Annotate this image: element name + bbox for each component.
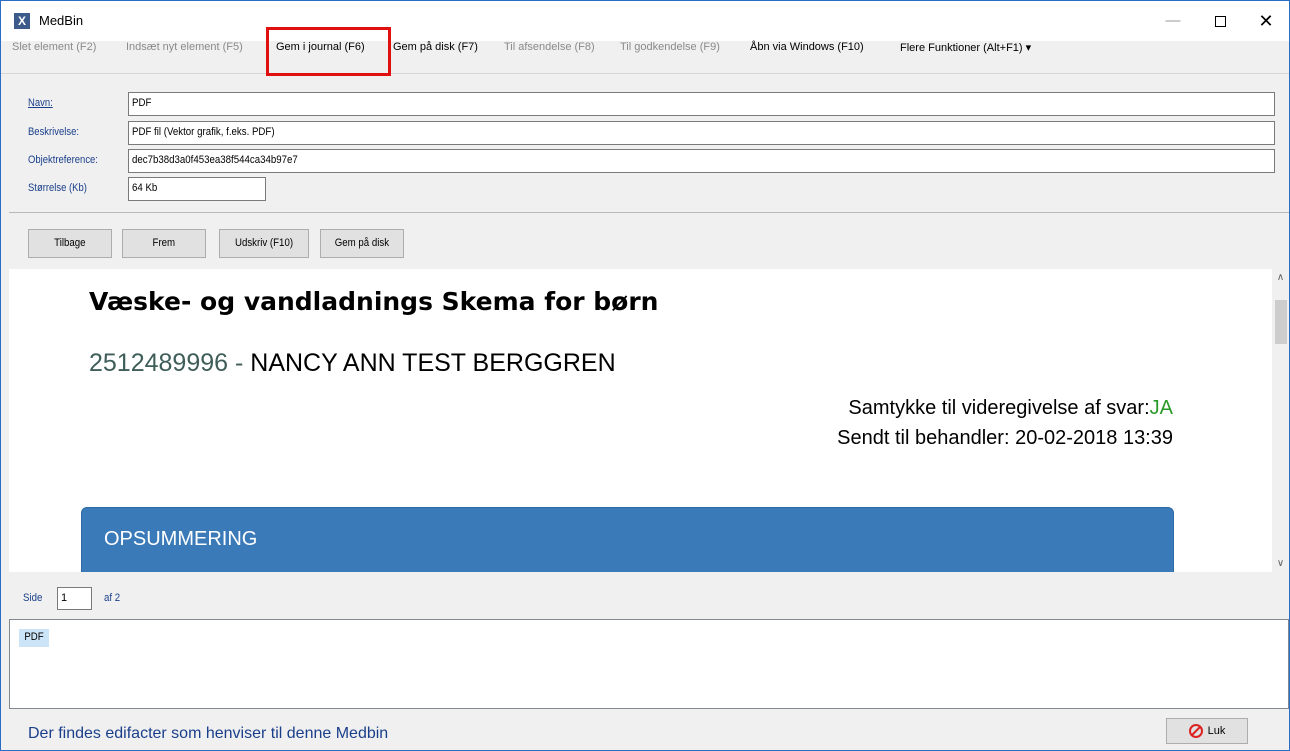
back-button[interactable]: Tilbage — [28, 229, 112, 258]
sent-timestamp: 20-02-2018 13:39 — [1015, 427, 1173, 449]
page-label: Side — [23, 592, 43, 604]
sent-line: Sendt til behandler: 20-02-2018 13:39 — [837, 427, 1173, 449]
title-bar: X MedBin — ✕ — [1, 1, 1289, 41]
summary-panel: OPSUMMERING — [81, 507, 1174, 572]
summary-title: OPSUMMERING — [104, 528, 258, 550]
name-label: Navn: — [28, 97, 53, 109]
medbin-window: X MedBin — ✕ Slet element (F2) Indsæt ny… — [0, 0, 1290, 751]
patient-line: 2512489996 - NANCY ANN TEST BERGGREN — [89, 349, 616, 378]
menu-to-approval[interactable]: Til godkendelse (F9) — [620, 41, 720, 74]
consent-value: JA — [1149, 397, 1173, 419]
menu-more-functions[interactable]: Flere Funktioner (Alt+F1) ▾ — [900, 41, 1031, 74]
scroll-thumb[interactable] — [1275, 300, 1287, 344]
size-field[interactable]: 64 Kb — [128, 177, 266, 201]
menu-open-windows[interactable]: Åbn via Windows (F10) — [750, 41, 864, 74]
highlight-frame — [266, 27, 391, 76]
scroll-down-icon[interactable]: ∨ — [1272, 555, 1289, 572]
save-disk-button[interactable]: Gem på disk — [320, 229, 404, 258]
minimize-button[interactable]: — — [1150, 1, 1196, 41]
maximize-icon — [1214, 15, 1226, 27]
toolbar-menu: Slet element (F2) Indsæt nyt element (F5… — [1, 41, 1289, 74]
forward-button[interactable]: Frem — [122, 229, 206, 258]
patient-name: NANCY ANN TEST BERGGREN — [250, 349, 616, 377]
close-window-button[interactable]: ✕ — [1243, 1, 1289, 41]
description-label: Beskrivelse: — [28, 126, 79, 138]
status-message: Der findes edifacter som henviser til de… — [28, 725, 389, 742]
patient-cpr: 2512489996 — [89, 349, 229, 377]
menu-to-send[interactable]: Til afsendelse (F8) — [504, 41, 595, 74]
patient-separator: - — [228, 349, 251, 377]
element-list[interactable]: PDF — [9, 619, 1289, 709]
list-item[interactable]: PDF — [19, 629, 49, 647]
stop-icon — [1188, 724, 1203, 739]
pdf-viewer[interactable]: Væske- og vandladnings Skema for børn 25… — [9, 269, 1289, 572]
description-field[interactable]: PDF fil (Vektor grafik, f.eks. PDF) — [128, 121, 1275, 145]
print-button[interactable]: Udskriv (F10) — [219, 229, 309, 258]
consent-line: Samtykke til videregivelse af svar:JA — [848, 397, 1173, 419]
page-number-input[interactable]: 1 — [57, 587, 92, 610]
divider — [9, 212, 1289, 213]
document-title: Væske- og vandladnings Skema for børn — [89, 287, 659, 316]
window-title: MedBin — [39, 13, 84, 28]
app-icon: X — [14, 13, 30, 29]
close-button[interactable]: Luk — [1166, 718, 1248, 744]
object-reference-label: Objektreference: — [28, 154, 98, 166]
size-label: Størrelse (Kb) — [28, 182, 87, 194]
menu-save-disk[interactable]: Gem på disk (F7) — [393, 41, 478, 74]
menu-insert-element[interactable]: Indsæt nyt element (F5) — [126, 41, 243, 74]
viewer-scrollbar[interactable]: ∧ ∨ — [1272, 269, 1289, 572]
scroll-up-icon[interactable]: ∧ — [1272, 269, 1289, 286]
name-field[interactable]: PDF — [128, 92, 1275, 116]
maximize-button[interactable] — [1197, 1, 1243, 41]
page-total-label: af 2 — [104, 592, 121, 604]
menu-delete-element[interactable]: Slet element (F2) — [12, 41, 96, 74]
object-reference-field[interactable]: dec7b38d3a0f453ea38f544ca34b97e7 — [128, 149, 1275, 173]
